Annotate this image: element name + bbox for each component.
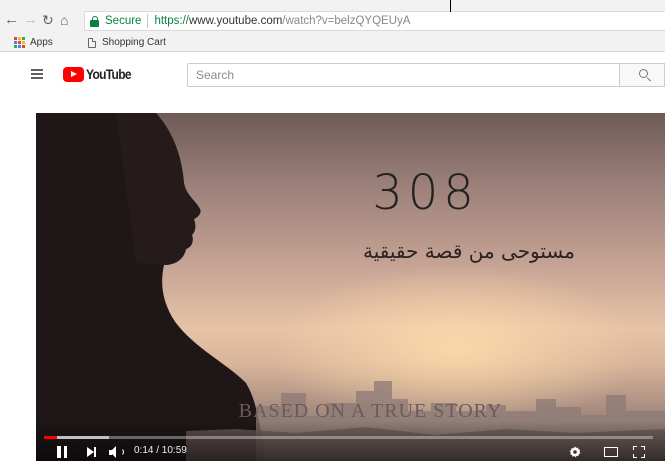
youtube-header: YouTube Search [0, 53, 665, 97]
search-button[interactable] [619, 63, 665, 87]
pause-icon[interactable] [57, 446, 67, 458]
search-input[interactable]: Search [187, 63, 619, 87]
back-arrow-icon[interactable]: ← [4, 12, 19, 28]
page-icon [88, 37, 96, 48]
address-bar[interactable]: Secure https:// www.youtube.com /watch?v… [84, 11, 665, 31]
apps-grid-icon [14, 37, 25, 48]
url-path: /watch?v=belzQYQEUyA [282, 15, 411, 27]
video-player[interactable]: 308 مستوحى من قصة حقيقية BASED ON A TRUE… [36, 113, 665, 461]
forward-arrow-icon[interactable]: → [23, 12, 38, 28]
home-icon[interactable]: ⌂ [60, 12, 68, 28]
search-icon [639, 69, 648, 78]
time-display: 0:14 / 10:59 [134, 445, 187, 456]
menu-icon[interactable] [31, 69, 43, 79]
youtube-play-icon [63, 66, 84, 82]
youtube-logo[interactable]: YouTube [63, 66, 138, 82]
volume-icon[interactable] [109, 446, 125, 458]
bookmark-shopping-cart[interactable]: Shopping Cart [88, 37, 166, 48]
lock-icon [90, 15, 99, 27]
progress-bar[interactable] [44, 436, 653, 439]
bookmark-shopping-cart-label: Shopping Cart [102, 37, 166, 48]
reload-icon[interactable]: ↻ [42, 12, 54, 28]
bookmark-apps-label: Apps [30, 37, 53, 48]
progress-played [44, 436, 57, 439]
bookmark-apps[interactable]: Apps [14, 37, 53, 48]
theater-mode-icon[interactable] [604, 447, 618, 457]
video-arabic-subtitle: مستوحى من قصة حقيقية [363, 239, 575, 263]
video-title-number: 308 [372, 165, 479, 221]
url-scheme: https:// [154, 15, 189, 27]
text-cursor [450, 0, 451, 12]
search-placeholder: Search [196, 68, 235, 82]
bookmarks-bar: Apps Shopping Cart [0, 34, 665, 52]
secure-label: Secure [105, 15, 142, 27]
fullscreen-icon[interactable] [633, 446, 645, 458]
youtube-logo-text: YouTube [86, 66, 132, 82]
video-caption: BASED ON A TRUE STORY [238, 400, 503, 422]
address-separator [147, 14, 149, 28]
url-host: www.youtube.com [188, 15, 283, 27]
browser-toolbar: ← → ↻ ⌂ Secure https:// www.youtube.com … [0, 0, 665, 34]
settings-gear-icon[interactable] [569, 446, 581, 458]
next-icon[interactable] [87, 447, 97, 457]
